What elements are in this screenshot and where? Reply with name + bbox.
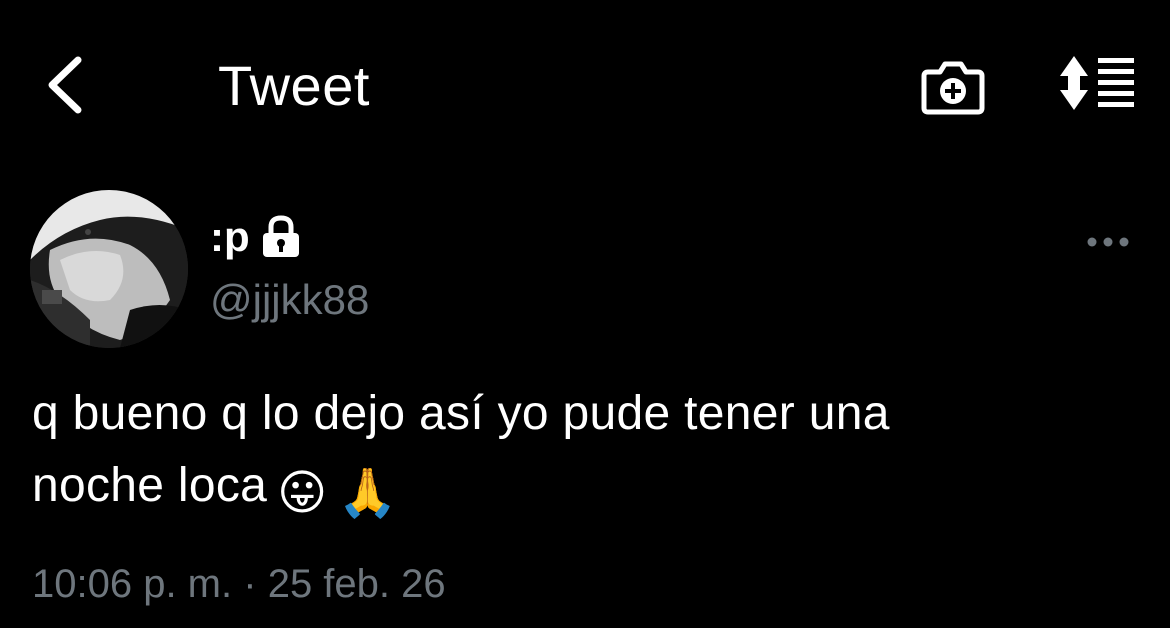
back-button[interactable] (38, 52, 94, 118)
tweet-text-line-1: q bueno q lo dejo así yo pude tener una (32, 387, 890, 440)
camera-button[interactable] (920, 56, 986, 116)
sort-button[interactable] (1058, 54, 1138, 114)
tweet-text-line-2: noche loca 😛 🙏 (32, 450, 1142, 530)
tweet-timestamp: 10:06 p. m. · 25 feb. 26 (32, 560, 446, 608)
timestamp-separator: · (243, 562, 257, 606)
lock-icon (262, 215, 299, 257)
chevron-left-icon (48, 56, 82, 114)
author-handle[interactable]: @jjjkk88 (210, 276, 369, 324)
display-name[interactable]: :p (210, 213, 250, 261)
tweet-time[interactable]: 10:06 p. m. (32, 562, 232, 606)
praying-hands-emoji-icon: 🙏 (337, 467, 398, 520)
avatar[interactable] (30, 190, 188, 348)
sort-list-icon (1060, 56, 1134, 110)
author-name-row: :p (210, 212, 302, 262)
tongue-out-emoji-icon: 😛 (277, 467, 328, 520)
more-horizontal-icon (1087, 237, 1129, 247)
more-options-button[interactable] (1084, 228, 1132, 256)
camera-plus-icon (921, 61, 985, 115)
tweet-text-line-2-words: noche loca (32, 459, 268, 512)
tweet-date[interactable]: 25 feb. 26 (268, 562, 446, 606)
page-title: Tweet (218, 54, 370, 117)
avatar-photo (30, 190, 188, 348)
tweet-text: q bueno q lo dejo así yo pude tener una … (32, 378, 1142, 530)
